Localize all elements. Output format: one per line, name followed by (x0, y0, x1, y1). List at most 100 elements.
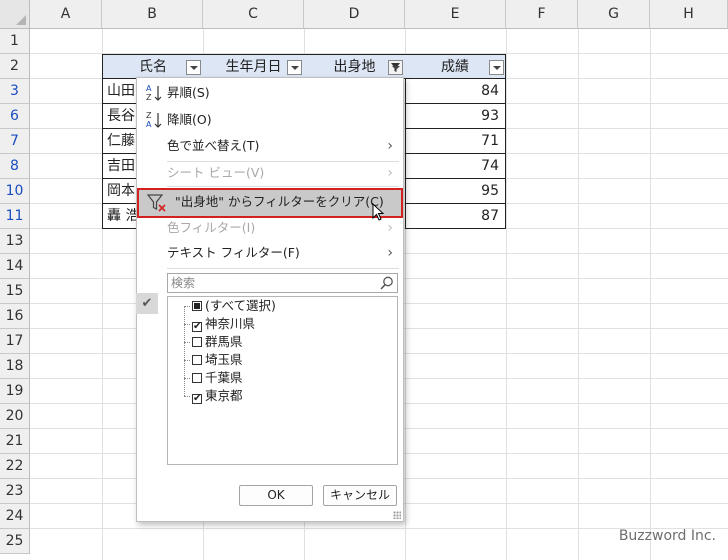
color-filter-item: 色フィルター(I) › (137, 215, 403, 241)
sort-descending-icon: Z A (146, 111, 162, 129)
column-header-b[interactable]: B (102, 0, 203, 29)
color-filter-label: 色フィルター(I) (167, 220, 256, 235)
row-header[interactable]: 18 (0, 354, 30, 379)
row-header[interactable]: 25 (0, 529, 30, 554)
column-header-g[interactable]: G (578, 0, 650, 29)
tree-line (184, 360, 190, 361)
list-item[interactable]: 千葉県 (192, 369, 243, 387)
filter-dropdown-icon[interactable] (186, 60, 201, 75)
list-item-label: 神奈川県 (205, 316, 256, 331)
score-cell[interactable]: 87 (405, 204, 506, 229)
clear-filter-icon (146, 194, 166, 212)
tree-line (184, 306, 190, 307)
chevron-right-icon: › (387, 220, 393, 236)
checkbox-checked[interactable]: ✔ (192, 322, 202, 332)
row-header[interactable]: 1 (0, 29, 30, 54)
sort-ascending-icon: A Z (146, 84, 162, 102)
row-header[interactable]: 15 (0, 279, 30, 304)
funnel-icon (391, 63, 400, 72)
gridline (578, 29, 579, 560)
chevron-right-icon: › (387, 138, 393, 154)
score-cell[interactable]: 95 (405, 179, 506, 204)
list-item-label: (すべて選択) (205, 298, 276, 313)
list-item[interactable]: 埼玉県 (192, 351, 243, 369)
row-header[interactable]: 19 (0, 379, 30, 404)
checkbox-partial[interactable] (192, 301, 202, 311)
checkbox-unchecked[interactable] (192, 337, 202, 347)
checkbox-unchecked[interactable] (192, 355, 202, 365)
svg-text:A: A (146, 84, 152, 93)
sheet-view-item: シート ビュー(V) › (137, 160, 403, 186)
chevron-right-icon: › (387, 245, 393, 261)
row-header[interactable]: 2 (0, 54, 30, 79)
row-header[interactable]: 24 (0, 504, 30, 529)
checkbox-unchecked[interactable] (192, 373, 202, 383)
sort-by-color-item[interactable]: 色で並べ替え(T) › (137, 133, 403, 159)
list-item[interactable]: 群馬県 (192, 333, 243, 351)
row-header[interactable]: 14 (0, 254, 30, 279)
ok-button[interactable]: OK (239, 485, 313, 506)
cancel-button[interactable]: キャンセル (323, 485, 397, 506)
mouse-cursor-icon (372, 203, 385, 221)
column-header-c[interactable]: C (203, 0, 304, 29)
column-header-e[interactable]: E (405, 0, 506, 29)
search-icon (380, 276, 393, 290)
checkbox-checked[interactable]: ✔ (192, 394, 202, 404)
row-header[interactable]: 11 (0, 204, 30, 229)
spreadsheet: A B C D E F G H 1 2 3 6 7 8 10 11 13 14 … (0, 0, 728, 560)
row-header[interactable]: 7 (0, 129, 30, 154)
filter-dropdown-icon[interactable] (287, 60, 302, 75)
row-header[interactable]: 3 (0, 79, 30, 104)
sort-ascending-item[interactable]: A Z 昇順(S) (137, 80, 403, 106)
value-list[interactable]: (すべて選択) ✔ 神奈川県 群馬県 埼玉県 千葉県 ✔ 東京都 (167, 296, 398, 465)
search-placeholder: 検索 (171, 276, 196, 290)
list-item-label: 東京都 (205, 388, 243, 403)
filter-dropdown-icon[interactable] (489, 60, 504, 75)
header-name-label: 氏名 (139, 59, 167, 75)
score-cell[interactable]: 93 (405, 104, 506, 129)
row-header[interactable]: 22 (0, 454, 30, 479)
check-icon: ✔ (136, 293, 158, 314)
menu-separator (167, 186, 399, 187)
text-filter-item[interactable]: テキスト フィルター(F) › (137, 240, 403, 266)
row-header[interactable]: 20 (0, 404, 30, 429)
search-input[interactable]: 検索 (167, 273, 398, 293)
svg-text:Z: Z (146, 111, 152, 120)
clear-filter-label: "出身地" からフィルターをクリア(C) (175, 194, 384, 209)
row-header[interactable]: 16 (0, 304, 30, 329)
list-item-label: 群馬県 (205, 334, 243, 349)
score-cell[interactable]: 84 (405, 79, 506, 104)
tree-line (184, 324, 190, 325)
row-header[interactable]: 23 (0, 479, 30, 504)
clear-filter-item[interactable]: "出身地" からフィルターをクリア(C) (137, 188, 403, 218)
sheet-view-label: シート ビュー(V) (167, 165, 265, 180)
tree-line (184, 306, 186, 396)
svg-text:A: A (146, 120, 152, 129)
column-header-a[interactable]: A (30, 0, 102, 29)
svg-text:Z: Z (146, 93, 152, 102)
score-cell[interactable]: 71 (405, 129, 506, 154)
list-item[interactable]: ✔ 東京都 (192, 387, 243, 405)
column-header-d[interactable]: D (304, 0, 405, 29)
column-header-f[interactable]: F (506, 0, 578, 29)
row-header[interactable]: 10 (0, 179, 30, 204)
row-header[interactable]: 17 (0, 329, 30, 354)
sort-descending-item[interactable]: Z A 降順(O) (137, 107, 403, 133)
row-header[interactable]: 21 (0, 429, 30, 454)
column-header-h[interactable]: H (650, 0, 728, 29)
list-item-label: 埼玉県 (205, 352, 243, 367)
row-header[interactable]: 13 (0, 229, 30, 254)
select-all-corner[interactable] (0, 0, 30, 29)
filter-active-funnel-icon[interactable] (388, 60, 403, 75)
row-header[interactable]: 8 (0, 154, 30, 179)
list-item-select-all[interactable]: (すべて選択) (192, 297, 276, 315)
list-item[interactable]: ✔ 神奈川県 (192, 315, 255, 333)
menu-separator (167, 268, 399, 269)
gridline (506, 29, 507, 560)
resize-grip-icon[interactable] (393, 511, 401, 519)
tree-line (184, 378, 190, 379)
score-cell[interactable]: 74 (405, 154, 506, 179)
header-score-label: 成績 (441, 59, 469, 75)
sort-descending-label: 降順(O) (167, 112, 212, 127)
row-header[interactable]: 6 (0, 104, 30, 129)
